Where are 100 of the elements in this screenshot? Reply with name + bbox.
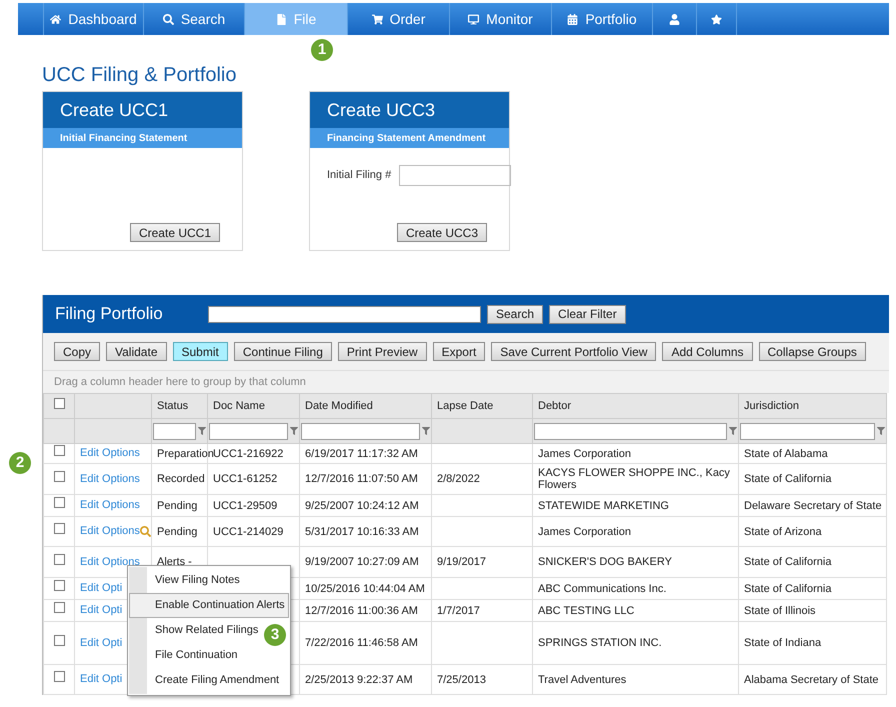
toolbar-button[interactable]: Add Columns xyxy=(662,342,753,361)
user-icon xyxy=(669,14,680,24)
filter-icon[interactable] xyxy=(729,427,737,435)
nav-tab[interactable]: Dashboard xyxy=(43,3,143,35)
table-cell: State of California xyxy=(744,582,832,594)
table-cell: 2/8/2022 xyxy=(437,473,480,485)
search-icon xyxy=(162,14,174,24)
step-number-badge: 1 xyxy=(311,39,333,61)
table-cell: UCC1-61252 xyxy=(213,473,278,485)
table-cell: State of California xyxy=(744,556,832,568)
table-cell: 7/22/2016 11:46:58 AM xyxy=(305,637,418,649)
menu-item[interactable]: Show Related Filings xyxy=(129,618,262,643)
table-cell: STATEWIDE MARKETING xyxy=(538,500,669,512)
toolbar-button[interactable]: Save Current Portfolio View xyxy=(491,342,656,361)
checkbox[interactable] xyxy=(54,497,64,508)
table-cell: James Corporation xyxy=(538,526,631,538)
filter-icon[interactable] xyxy=(198,427,206,435)
table-cell: State of Illinois xyxy=(744,604,816,616)
filter-field[interactable] xyxy=(209,422,288,440)
monitor-icon xyxy=(468,14,480,24)
filter-field[interactable] xyxy=(153,422,196,440)
table-cell: James Corporation xyxy=(538,448,631,460)
group-hint: Drag a column header here to group by that column xyxy=(54,374,306,390)
table-cell: 7/25/2013 xyxy=(437,674,486,686)
toolbar-button[interactable]: Print Preview xyxy=(338,342,427,361)
column-header[interactable]: Lapse Date xyxy=(432,394,532,418)
table-cell: KACYS FLOWER SHOPPE INC., Kacy Flowers xyxy=(538,467,730,491)
clear-filter-button[interactable]: Clear Filter xyxy=(549,304,626,324)
menu-item[interactable]: File Continuation xyxy=(129,643,241,668)
filter-field[interactable] xyxy=(301,422,420,440)
card-subtitle: Financing Statement Amendment xyxy=(310,128,509,148)
table-cell: Recorded xyxy=(157,473,205,485)
table-cell: 12/7/2016 11:00:36 AM xyxy=(305,604,418,616)
card-header: Create UCC3 xyxy=(310,92,509,128)
toolbar-button[interactable]: Continue Filing xyxy=(234,342,332,361)
menu-item[interactable]: Create Filing Amendment xyxy=(129,668,282,693)
menu-item[interactable]: Enable Continuation Alerts xyxy=(129,593,289,618)
table-cell: State of Arizona xyxy=(744,526,822,538)
table-cell: Preparation xyxy=(157,448,214,460)
checkbox[interactable] xyxy=(54,602,64,614)
create-button[interactable]: Create UCC3 xyxy=(396,223,487,242)
checkbox[interactable] xyxy=(54,671,64,682)
filter-icon[interactable] xyxy=(877,427,885,435)
filing-number-field[interactable] xyxy=(399,165,512,186)
filter-field[interactable] xyxy=(740,422,875,440)
table-cell: UCC1-214029 xyxy=(213,526,284,538)
checkbox[interactable] xyxy=(54,445,64,456)
table-cell: 5/31/2017 10:16:33 AM xyxy=(305,526,419,538)
toolbar-button[interactable]: Validate xyxy=(106,342,166,361)
table-cell: Alerts - xyxy=(157,556,192,568)
table-cell: UCC1-29509 xyxy=(213,500,278,512)
field-label: Initial Filing # xyxy=(327,168,392,184)
column-header[interactable]: Jurisdiction xyxy=(738,394,886,418)
toolbar-button[interactable]: Submit xyxy=(172,342,228,361)
table-cell: 9/19/2007 10:27:09 AM xyxy=(305,556,419,568)
table-cell: Delaware Secretary of State xyxy=(744,500,882,512)
table-cell: Pending xyxy=(157,500,198,512)
nav-tab[interactable]: Monitor xyxy=(449,3,551,35)
checkbox[interactable] xyxy=(54,398,64,409)
search-button[interactable]: Search xyxy=(487,304,544,324)
search-field[interactable] xyxy=(208,306,481,322)
nav-tab[interactable]: Order xyxy=(347,3,449,35)
filter-icon[interactable] xyxy=(422,427,430,435)
toolbar-button[interactable]: Export xyxy=(432,342,486,361)
column-header[interactable]: Date Modified xyxy=(300,394,432,418)
cart-icon xyxy=(372,14,383,24)
table-cell: SNICKER'S DOG BAKERY xyxy=(538,556,672,568)
checkbox[interactable] xyxy=(54,470,64,482)
table-cell: 2/25/2013 9:22:37 AM xyxy=(305,674,413,686)
star-icon xyxy=(711,14,722,24)
page-title: UCC Filing & Portfolio xyxy=(42,63,238,87)
table-cell: 9/25/2007 10:24:12 AM xyxy=(305,500,419,512)
checkbox[interactable] xyxy=(54,634,64,646)
table-cell: ABC TESTING LLC xyxy=(538,604,634,616)
home-icon xyxy=(50,14,62,24)
panel-title: Filing Portfolio xyxy=(55,303,164,326)
table-cell: State of Indiana xyxy=(744,637,822,649)
calendar-icon xyxy=(567,14,578,24)
filter-icon[interactable] xyxy=(290,427,298,435)
toolbar-button[interactable]: Collapse Groups xyxy=(758,342,866,361)
nav-tab[interactable]: Portfolio xyxy=(551,3,652,35)
checkbox[interactable] xyxy=(54,580,64,592)
table-cell: 1/7/2017 xyxy=(437,604,480,616)
table-cell: State of California xyxy=(744,473,832,485)
checkbox[interactable] xyxy=(54,523,64,534)
table-cell: Pending xyxy=(157,526,198,538)
table-cell: 10/25/2016 10:44:04 AM xyxy=(305,582,425,594)
filter-field[interactable] xyxy=(534,422,727,440)
checkbox[interactable] xyxy=(54,554,64,565)
step-number-badge: 2 xyxy=(9,452,31,474)
toolbar-button[interactable]: Copy xyxy=(54,342,100,361)
card-header: Create UCC1 xyxy=(43,92,242,128)
column-header[interactable]: Debtor xyxy=(532,394,738,418)
table-cell: UCC1-216922 xyxy=(213,448,284,460)
create-button[interactable]: Create UCC1 xyxy=(130,223,220,242)
table-cell: ABC Communications Inc. xyxy=(538,582,666,594)
table-cell: State of Alabama xyxy=(744,448,828,460)
document-icon xyxy=(276,14,287,24)
menu-item[interactable]: View Filing Notes xyxy=(129,568,243,593)
table-cell: 6/19/2017 11:17:32 AM xyxy=(305,448,418,460)
